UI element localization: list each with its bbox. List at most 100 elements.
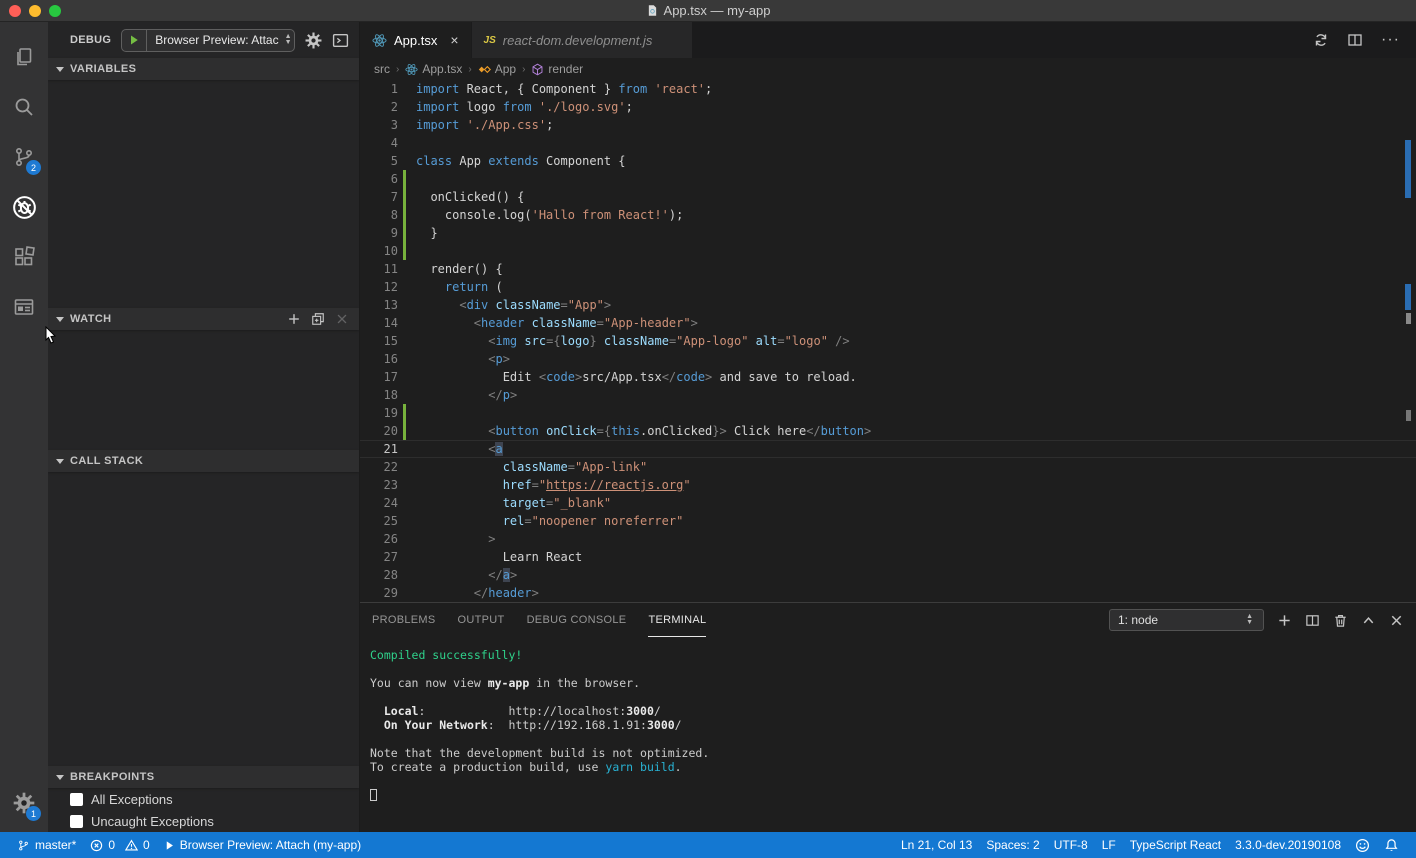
code-line[interactable]: 8 console.log('Hallo from React!'); [360, 206, 1416, 224]
breakpoint-uncaught-exceptions[interactable]: Uncaught Exceptions [48, 810, 359, 832]
breakpoints-section-header[interactable]: BREAKPOINTS [48, 766, 359, 788]
language-mode-status[interactable]: TypeScript React [1123, 838, 1228, 852]
split-terminal-button[interactable] [1305, 613, 1320, 628]
line-number[interactable]: 7 [360, 188, 398, 206]
terminal-select[interactable]: 1: node ▲▼ [1109, 609, 1264, 631]
line-number[interactable]: 20 [360, 422, 398, 440]
more-actions-button[interactable]: ··· [1381, 31, 1400, 49]
sidebar-item-extensions[interactable] [0, 232, 48, 282]
version-status[interactable]: 3.3.0-dev.20190108 [1228, 838, 1348, 852]
start-debug-button[interactable] [122, 30, 147, 51]
line-number[interactable]: 3 [360, 116, 398, 134]
notifications-button[interactable] [1377, 838, 1406, 853]
code-line[interactable]: 7 onClicked() { [360, 188, 1416, 206]
maximize-panel-button[interactable] [1361, 613, 1376, 628]
close-window-button[interactable] [9, 5, 21, 17]
watch-section-header[interactable]: WATCH [48, 308, 359, 330]
code-line[interactable]: 15 <img src={logo} className="App-logo" … [360, 332, 1416, 350]
code-line[interactable]: 25 rel="noopener noreferrer" [360, 512, 1416, 530]
line-number[interactable]: 27 [360, 548, 398, 566]
code-line[interactable]: 17 Edit <code>src/App.tsx</code> and sav… [360, 368, 1416, 386]
debug-config-dropdown[interactable]: Browser Preview: Attac ▲▼ [121, 29, 295, 52]
line-number[interactable]: 19 [360, 404, 398, 422]
tab-problems[interactable]: PROBLEMS [372, 603, 436, 637]
settings-button[interactable]: 1 [0, 778, 48, 828]
line-number[interactable]: 9 [360, 224, 398, 242]
sidebar-item-source-control[interactable]: 2 [0, 132, 48, 182]
breadcrumb-src[interactable]: src [374, 62, 390, 76]
code-line[interactable]: 24 target="_blank" [360, 494, 1416, 512]
problems-status[interactable]: 0 0 [83, 832, 156, 858]
eol-status[interactable]: LF [1095, 838, 1123, 852]
tab-app-tsx[interactable]: App.tsx × [360, 22, 471, 58]
add-watch-expression-button[interactable] [287, 312, 301, 326]
code-line[interactable]: 3import './App.css'; [360, 116, 1416, 134]
code-line[interactable]: 27 Learn React [360, 548, 1416, 566]
code-line[interactable]: 28 </a> [360, 566, 1416, 584]
code-line[interactable]: 22 className="App-link" [360, 458, 1416, 476]
line-number[interactable]: 13 [360, 296, 398, 314]
line-number[interactable]: 2 [360, 98, 398, 116]
close-panel-button[interactable] [1389, 613, 1404, 628]
line-number[interactable]: 17 [360, 368, 398, 386]
line-number[interactable]: 10 [360, 242, 398, 260]
close-tab-icon[interactable]: × [450, 32, 458, 48]
sync-changes-button[interactable] [1313, 32, 1329, 48]
line-number[interactable]: 25 [360, 512, 398, 530]
checkbox[interactable] [70, 815, 83, 828]
cursor-position-status[interactable]: Ln 21, Col 13 [894, 838, 979, 852]
code-line[interactable]: 13 <div className="App"> [360, 296, 1416, 314]
remove-all-watch-button[interactable] [335, 312, 349, 326]
line-number[interactable]: 8 [360, 206, 398, 224]
breakpoint-all-exceptions[interactable]: All Exceptions [48, 788, 359, 810]
terminal-output[interactable]: Compiled successfully! You can now view … [360, 637, 1416, 832]
line-number[interactable]: 11 [360, 260, 398, 278]
open-debug-console-button[interactable] [332, 32, 349, 49]
checkbox[interactable] [70, 793, 83, 806]
line-number[interactable]: 22 [360, 458, 398, 476]
configure-debug-button[interactable] [305, 32, 322, 49]
collapse-all-button[interactable] [311, 312, 325, 326]
kill-terminal-button[interactable] [1333, 613, 1348, 628]
line-number[interactable]: 4 [360, 134, 398, 152]
code-line[interactable]: 26 > [360, 530, 1416, 548]
line-number[interactable]: 16 [360, 350, 398, 368]
code-editor[interactable]: 1import React, { Component } from 'react… [360, 80, 1416, 602]
code-line[interactable]: 20 <button onClick={this.onClicked}> Cli… [360, 422, 1416, 440]
maximize-window-button[interactable] [49, 5, 61, 17]
line-number[interactable]: 14 [360, 314, 398, 332]
code-line[interactable]: 2import logo from './logo.svg'; [360, 98, 1416, 116]
code-line[interactable]: 4 [360, 134, 1416, 152]
sidebar-item-debug[interactable] [0, 182, 48, 232]
encoding-status[interactable]: UTF-8 [1047, 838, 1095, 852]
tab-terminal[interactable]: TERMINAL [648, 603, 706, 637]
code-line[interactable]: 29 </header> [360, 584, 1416, 602]
sidebar-item-search[interactable] [0, 82, 48, 132]
code-line[interactable]: 11 render() { [360, 260, 1416, 278]
breadcrumb-app-class[interactable]: App [478, 62, 516, 76]
variables-section-header[interactable]: VARIABLES [48, 58, 359, 80]
tab-react-dom-development-js[interactable]: JS react-dom.development.js [471, 22, 693, 58]
git-branch-status[interactable]: master* [10, 832, 83, 858]
line-number[interactable]: 26 [360, 530, 398, 548]
line-number[interactable]: 24 [360, 494, 398, 512]
line-number[interactable]: 6 [360, 170, 398, 188]
new-terminal-button[interactable] [1277, 613, 1292, 628]
debug-status[interactable]: Browser Preview: Attach (my-app) [157, 832, 368, 858]
code-line[interactable]: 23 href="https://reactjs.org" [360, 476, 1416, 494]
code-line[interactable]: 19 [360, 404, 1416, 422]
line-number[interactable]: 23 [360, 476, 398, 494]
feedback-button[interactable] [1348, 838, 1377, 853]
overview-ruler[interactable] [1402, 80, 1416, 602]
code-line[interactable]: 6 [360, 170, 1416, 188]
minimize-window-button[interactable] [29, 5, 41, 17]
code-line[interactable]: 1import React, { Component } from 'react… [360, 80, 1416, 98]
line-number[interactable]: 12 [360, 278, 398, 296]
line-number[interactable]: 29 [360, 584, 398, 602]
sidebar-item-browser-preview[interactable] [0, 282, 48, 332]
code-line[interactable]: 5class App extends Component { [360, 152, 1416, 170]
line-number[interactable]: 15 [360, 332, 398, 350]
breadcrumb-app-tsx[interactable]: App.tsx [405, 62, 462, 76]
line-number[interactable]: 18 [360, 386, 398, 404]
tab-output[interactable]: OUTPUT [458, 603, 505, 637]
